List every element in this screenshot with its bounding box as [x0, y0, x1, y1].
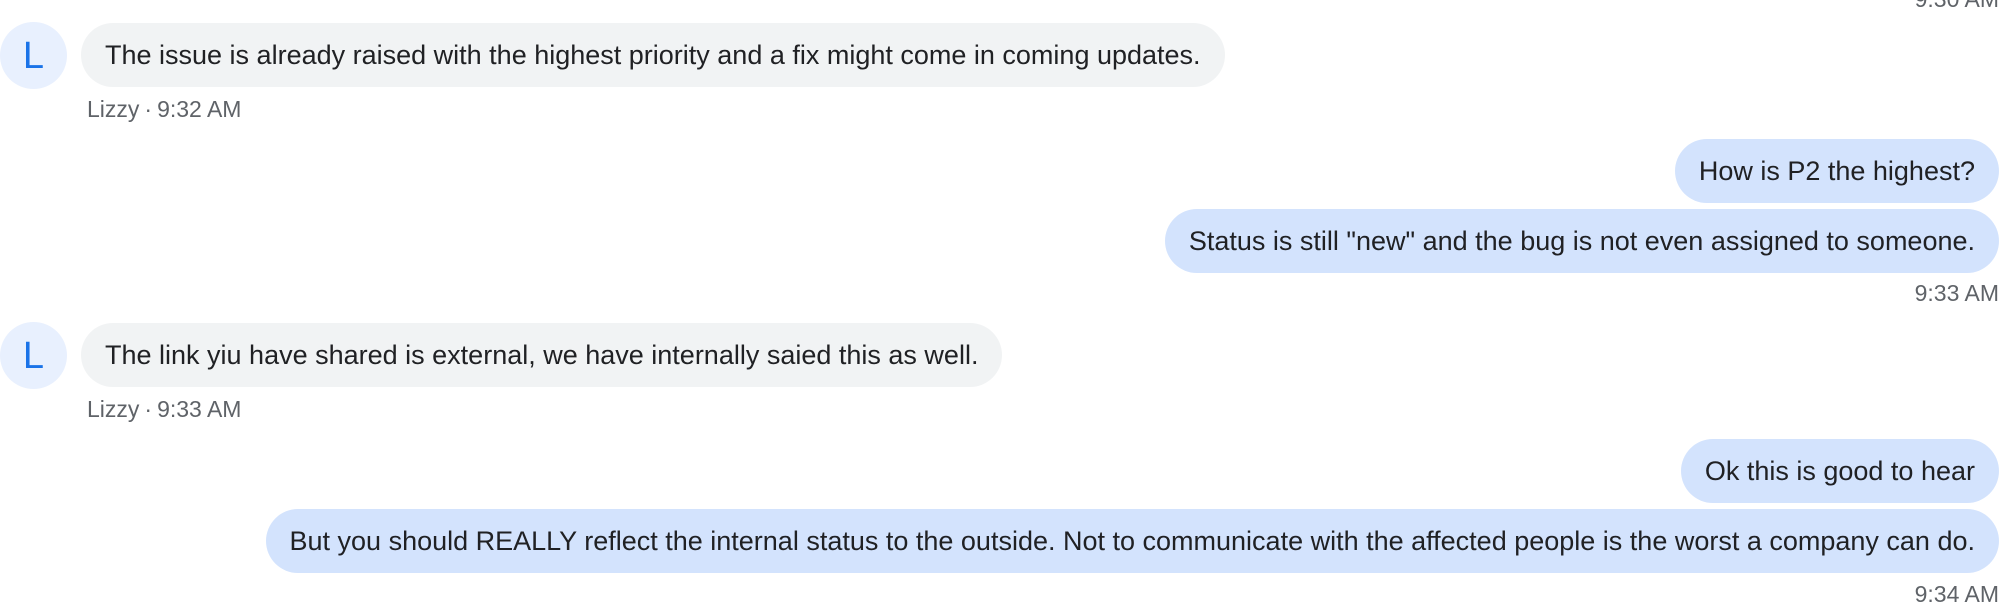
message-timestamp: 9:33 AM: [1914, 280, 1999, 306]
message-meta: Lizzy · 9:33 AM: [87, 398, 241, 421]
outgoing-message-bubble[interactable]: Status is still "new" and the bug is not…: [1164, 209, 1999, 273]
outgoing-message-bubble[interactable]: But you should REALLY reflect the intern…: [265, 509, 1999, 573]
incoming-message-bubble[interactable]: The issue is already raised with the hig…: [81, 23, 1225, 87]
message-timestamp: 9:33 AM: [157, 396, 242, 422]
separator: ·: [144, 96, 153, 122]
sender-name: Lizzy: [87, 396, 140, 422]
message-timestamp: 9:32 AM: [157, 96, 242, 122]
separator: ·: [144, 396, 153, 422]
avatar[interactable]: L: [0, 322, 67, 389]
incoming-message-bubble[interactable]: The link yiu have shared is external, we…: [81, 323, 1003, 387]
outgoing-message-bubble[interactable]: How is P2 the highest?: [1674, 139, 1999, 203]
message-timestamp-partial: 9:30 AM: [1915, 0, 1999, 11]
message-meta: Lizzy · 9:32 AM: [87, 98, 241, 121]
sender-name: Lizzy: [87, 96, 140, 122]
message-timestamp: 9:34 AM: [1914, 581, 1999, 607]
outgoing-message-bubble[interactable]: Ok this is good to hear: [1680, 439, 1999, 503]
avatar[interactable]: L: [0, 22, 67, 89]
